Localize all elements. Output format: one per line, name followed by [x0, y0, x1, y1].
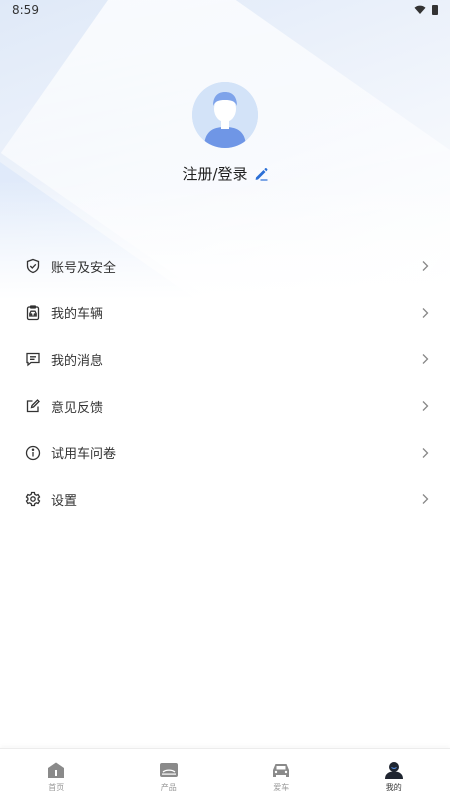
menu-item-my-messages[interactable]: 我的消息: [0, 336, 450, 383]
tab-label: 我的: [385, 783, 402, 792]
menu-item-label: 试用车问卷: [51, 447, 117, 463]
tab-mine[interactable]: 我的: [338, 749, 450, 800]
info-icon: [25, 445, 41, 461]
profile-section: 注册/登录: [0, 82, 450, 184]
home-icon: [46, 761, 66, 779]
chevron-right-icon: [420, 260, 430, 272]
avatar[interactable]: [192, 82, 258, 148]
menu-list: 账号及安全 我的车辆 我的消息 意见反馈 试用车问卷 设置: [0, 243, 450, 523]
tab-label: 首页: [48, 783, 65, 792]
chevron-right-icon: [420, 447, 430, 459]
menu-item-label: 设置: [51, 493, 78, 509]
battery-icon: [432, 5, 438, 15]
default-avatar-icon: [192, 82, 258, 148]
tab-home[interactable]: 首页: [0, 749, 113, 800]
chevron-right-icon: [420, 353, 430, 365]
tab-product[interactable]: 产品: [113, 749, 226, 800]
vehicle-icon: [25, 305, 41, 321]
chevron-right-icon: [420, 307, 430, 319]
tab-label: 爱车: [273, 783, 290, 792]
bottom-tab-bar: 首页 产品 爱车 我的: [0, 748, 450, 800]
menu-item-label: 我的车辆: [51, 307, 104, 323]
wifi-icon: [414, 5, 426, 15]
tab-car[interactable]: 爱车: [225, 749, 338, 800]
pencil-edit-icon[interactable]: [254, 167, 268, 181]
car-icon: [271, 761, 291, 779]
shield-check-icon: [25, 258, 41, 274]
menu-item-label: 我的消息: [51, 353, 104, 369]
login-link[interactable]: 注册/登录: [182, 163, 268, 184]
chevron-right-icon: [420, 493, 430, 505]
login-label: 注册/登录: [182, 165, 248, 183]
gear-icon: [25, 491, 41, 507]
edit-feedback-icon: [25, 398, 41, 414]
chevron-right-icon: [420, 400, 430, 412]
product-icon: [159, 761, 179, 779]
status-time: 8:59: [12, 3, 39, 17]
menu-item-settings[interactable]: 设置: [0, 476, 450, 523]
menu-item-account-security[interactable]: 账号及安全: [0, 243, 450, 290]
user-icon: [384, 761, 404, 779]
menu-item-label: 意见反馈: [51, 400, 104, 416]
status-bar: 8:59: [0, 0, 450, 20]
menu-item-label: 账号及安全: [51, 260, 117, 276]
message-icon: [25, 351, 41, 367]
menu-item-my-vehicles[interactable]: 我的车辆: [0, 290, 450, 337]
menu-item-trial-survey[interactable]: 试用车问卷: [0, 429, 450, 476]
menu-item-feedback[interactable]: 意见反馈: [0, 383, 450, 430]
tab-label: 产品: [160, 783, 177, 792]
